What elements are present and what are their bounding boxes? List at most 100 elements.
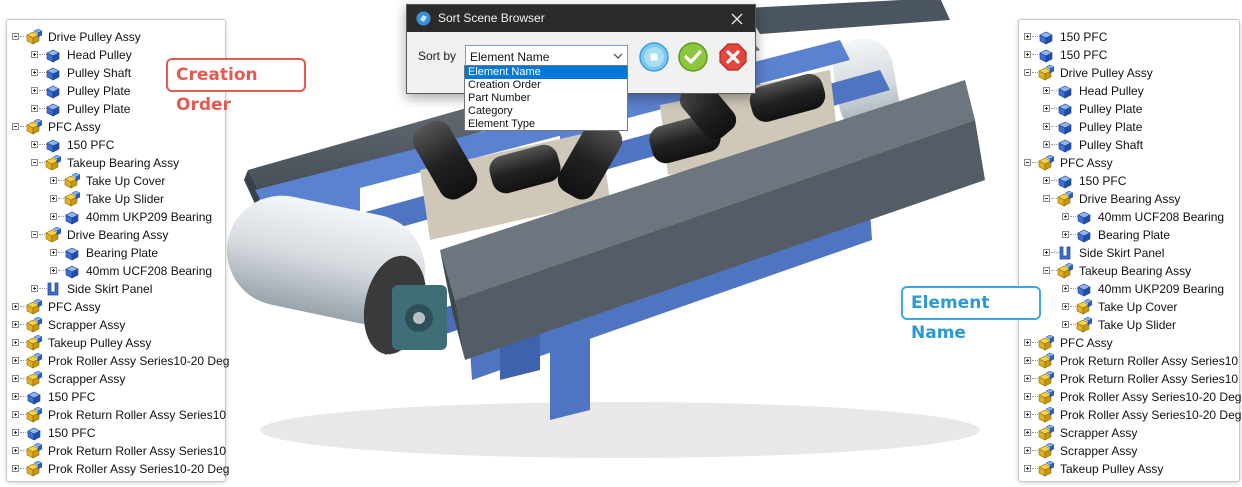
expand-toggle-icon[interactable]	[31, 51, 38, 58]
collapse-toggle-icon[interactable]	[1024, 159, 1031, 166]
expand-toggle-icon[interactable]	[12, 321, 19, 328]
expand-toggle-icon[interactable]	[31, 105, 38, 112]
tree-row[interactable]: Prok Roller Assy Series10-20 Deg	[7, 460, 229, 478]
expand-toggle-icon[interactable]	[12, 339, 19, 346]
tree-row[interactable]: Takeup Bearing Assy	[1019, 262, 1239, 280]
tree-row[interactable]: Prok Roller Assy Series10-20 Deg	[1019, 388, 1241, 406]
expand-toggle-icon[interactable]	[1043, 249, 1050, 256]
expand-toggle-icon[interactable]	[1062, 213, 1069, 220]
expand-toggle-icon[interactable]	[1024, 465, 1031, 472]
tree-row[interactable]: Scrapper Assy	[1019, 424, 1239, 442]
tree-row[interactable]: 150 PFC	[7, 424, 225, 442]
expand-toggle-icon[interactable]	[31, 87, 38, 94]
tree-row[interactable]: Drive Bearing Assy	[7, 226, 225, 244]
tree-row[interactable]: Takeup Pulley Assy	[7, 334, 225, 352]
expand-toggle-icon[interactable]	[50, 267, 57, 274]
expand-toggle-icon[interactable]	[31, 141, 38, 148]
tree-row[interactable]: Prok Return Roller Assy Series10	[1019, 370, 1239, 388]
tree-row[interactable]: Takeup Bearing Assy	[7, 154, 225, 172]
expand-toggle-icon[interactable]	[12, 303, 19, 310]
tree-row[interactable]: 150 PFC	[1019, 172, 1239, 190]
tree-row[interactable]: Prok Return Roller Assy Series10	[7, 406, 226, 424]
tree-row[interactable]: Head Pulley	[1019, 82, 1239, 100]
expand-toggle-icon[interactable]	[31, 285, 38, 292]
collapse-toggle-icon[interactable]	[1043, 195, 1050, 202]
expand-toggle-icon[interactable]	[1043, 123, 1050, 130]
tree-row[interactable]: Scrapper Assy	[1019, 442, 1239, 460]
tree-row[interactable]: Side Skirt Panel	[1019, 244, 1239, 262]
expand-toggle-icon[interactable]	[50, 195, 57, 202]
tree-row[interactable]: Takeup Pulley Assy	[1019, 460, 1239, 478]
tree-row[interactable]: 150 PFC	[1019, 46, 1239, 64]
expand-toggle-icon[interactable]	[1062, 231, 1069, 238]
expand-toggle-icon[interactable]	[1062, 285, 1069, 292]
tree-row[interactable]: PFC Assy	[1019, 334, 1239, 352]
tree-row[interactable]: Pulley Shaft	[1019, 136, 1239, 154]
sort-option[interactable]: Part Number	[465, 92, 627, 105]
expand-toggle-icon[interactable]	[50, 249, 57, 256]
tree-row[interactable]: Bearing Plate	[7, 244, 225, 262]
expand-toggle-icon[interactable]	[1043, 177, 1050, 184]
collapse-toggle-icon[interactable]	[31, 231, 38, 238]
expand-toggle-icon[interactable]	[1043, 87, 1050, 94]
tree-row[interactable]: 40mm UKP209 Bearing	[7, 208, 225, 226]
tree-row[interactable]: Take Up Slider	[1019, 316, 1239, 334]
tree-row[interactable]: PFC Assy	[7, 118, 225, 136]
sort-option[interactable]: Category	[465, 105, 627, 118]
expand-toggle-icon[interactable]	[1024, 393, 1031, 400]
collapse-toggle-icon[interactable]	[31, 159, 38, 166]
tree-row[interactable]: PFC Assy	[1019, 154, 1239, 172]
sort-option[interactable]: Creation Order	[465, 79, 627, 92]
dialog-titlebar[interactable]: Sort Scene Browser	[407, 5, 755, 32]
ok-button[interactable]	[678, 42, 708, 72]
tree-row[interactable]: Prok Roller Assy Series10-20 Deg	[1019, 406, 1241, 424]
close-icon[interactable]	[727, 9, 747, 29]
expand-toggle-icon[interactable]	[12, 357, 19, 364]
tree-row[interactable]: PFC Assy	[7, 298, 225, 316]
tree-row[interactable]: Take Up Cover	[7, 172, 225, 190]
collapse-toggle-icon[interactable]	[1024, 69, 1031, 76]
tree-row[interactable]: Prok Return Roller Assy Series10	[1019, 352, 1239, 370]
expand-toggle-icon[interactable]	[12, 465, 19, 472]
expand-toggle-icon[interactable]	[1024, 33, 1031, 40]
tree-row[interactable]: Prok Return Roller Assy Series10	[7, 442, 226, 460]
tree-row[interactable]: 40mm UCF208 Bearing	[7, 262, 225, 280]
collapse-toggle-icon[interactable]	[12, 33, 19, 40]
expand-toggle-icon[interactable]	[12, 447, 19, 454]
tree-row[interactable]: Drive Pulley Assy	[7, 28, 225, 46]
expand-toggle-icon[interactable]	[1024, 447, 1031, 454]
expand-toggle-icon[interactable]	[1024, 429, 1031, 436]
tree-row[interactable]: Take Up Slider	[7, 190, 225, 208]
reset-button[interactable]	[639, 42, 669, 72]
expand-toggle-icon[interactable]	[1024, 339, 1031, 346]
collapse-toggle-icon[interactable]	[12, 123, 19, 130]
tree-row[interactable]: 150 PFC	[7, 136, 225, 154]
tree-row[interactable]: Drive Bearing Assy	[1019, 190, 1239, 208]
tree-row[interactable]: Pulley Plate	[1019, 100, 1239, 118]
expand-toggle-icon[interactable]	[1062, 321, 1069, 328]
tree-row[interactable]: Scrapper Assy	[7, 370, 225, 388]
expand-toggle-icon[interactable]	[12, 393, 19, 400]
tree-row[interactable]: 150 PFC	[1019, 28, 1239, 46]
sort-option[interactable]: Element Name	[465, 66, 627, 79]
expand-toggle-icon[interactable]	[12, 375, 19, 382]
tree-row[interactable]: Prok Roller Assy Series10-20 Deg	[7, 352, 229, 370]
expand-toggle-icon[interactable]	[1043, 105, 1050, 112]
sort-by-dropdown[interactable]: Element Name	[465, 45, 628, 67]
expand-toggle-icon[interactable]	[31, 69, 38, 76]
tree-row[interactable]: 150 PFC	[7, 388, 225, 406]
tree-row[interactable]: Take Up Cover	[1019, 298, 1239, 316]
expand-toggle-icon[interactable]	[1043, 141, 1050, 148]
expand-toggle-icon[interactable]	[1024, 375, 1031, 382]
tree-row[interactable]: Scrapper Assy	[7, 316, 225, 334]
sort-option[interactable]: Element Type	[465, 118, 627, 131]
expand-toggle-icon[interactable]	[1024, 411, 1031, 418]
cancel-button[interactable]	[718, 42, 748, 72]
tree-row[interactable]: Bearing Plate	[1019, 226, 1239, 244]
expand-toggle-icon[interactable]	[1062, 303, 1069, 310]
expand-toggle-icon[interactable]	[12, 429, 19, 436]
tree-row[interactable]: Side Skirt Panel	[7, 280, 225, 298]
expand-toggle-icon[interactable]	[50, 213, 57, 220]
tree-row[interactable]: Drive Pulley Assy	[1019, 64, 1239, 82]
expand-toggle-icon[interactable]	[12, 411, 19, 418]
